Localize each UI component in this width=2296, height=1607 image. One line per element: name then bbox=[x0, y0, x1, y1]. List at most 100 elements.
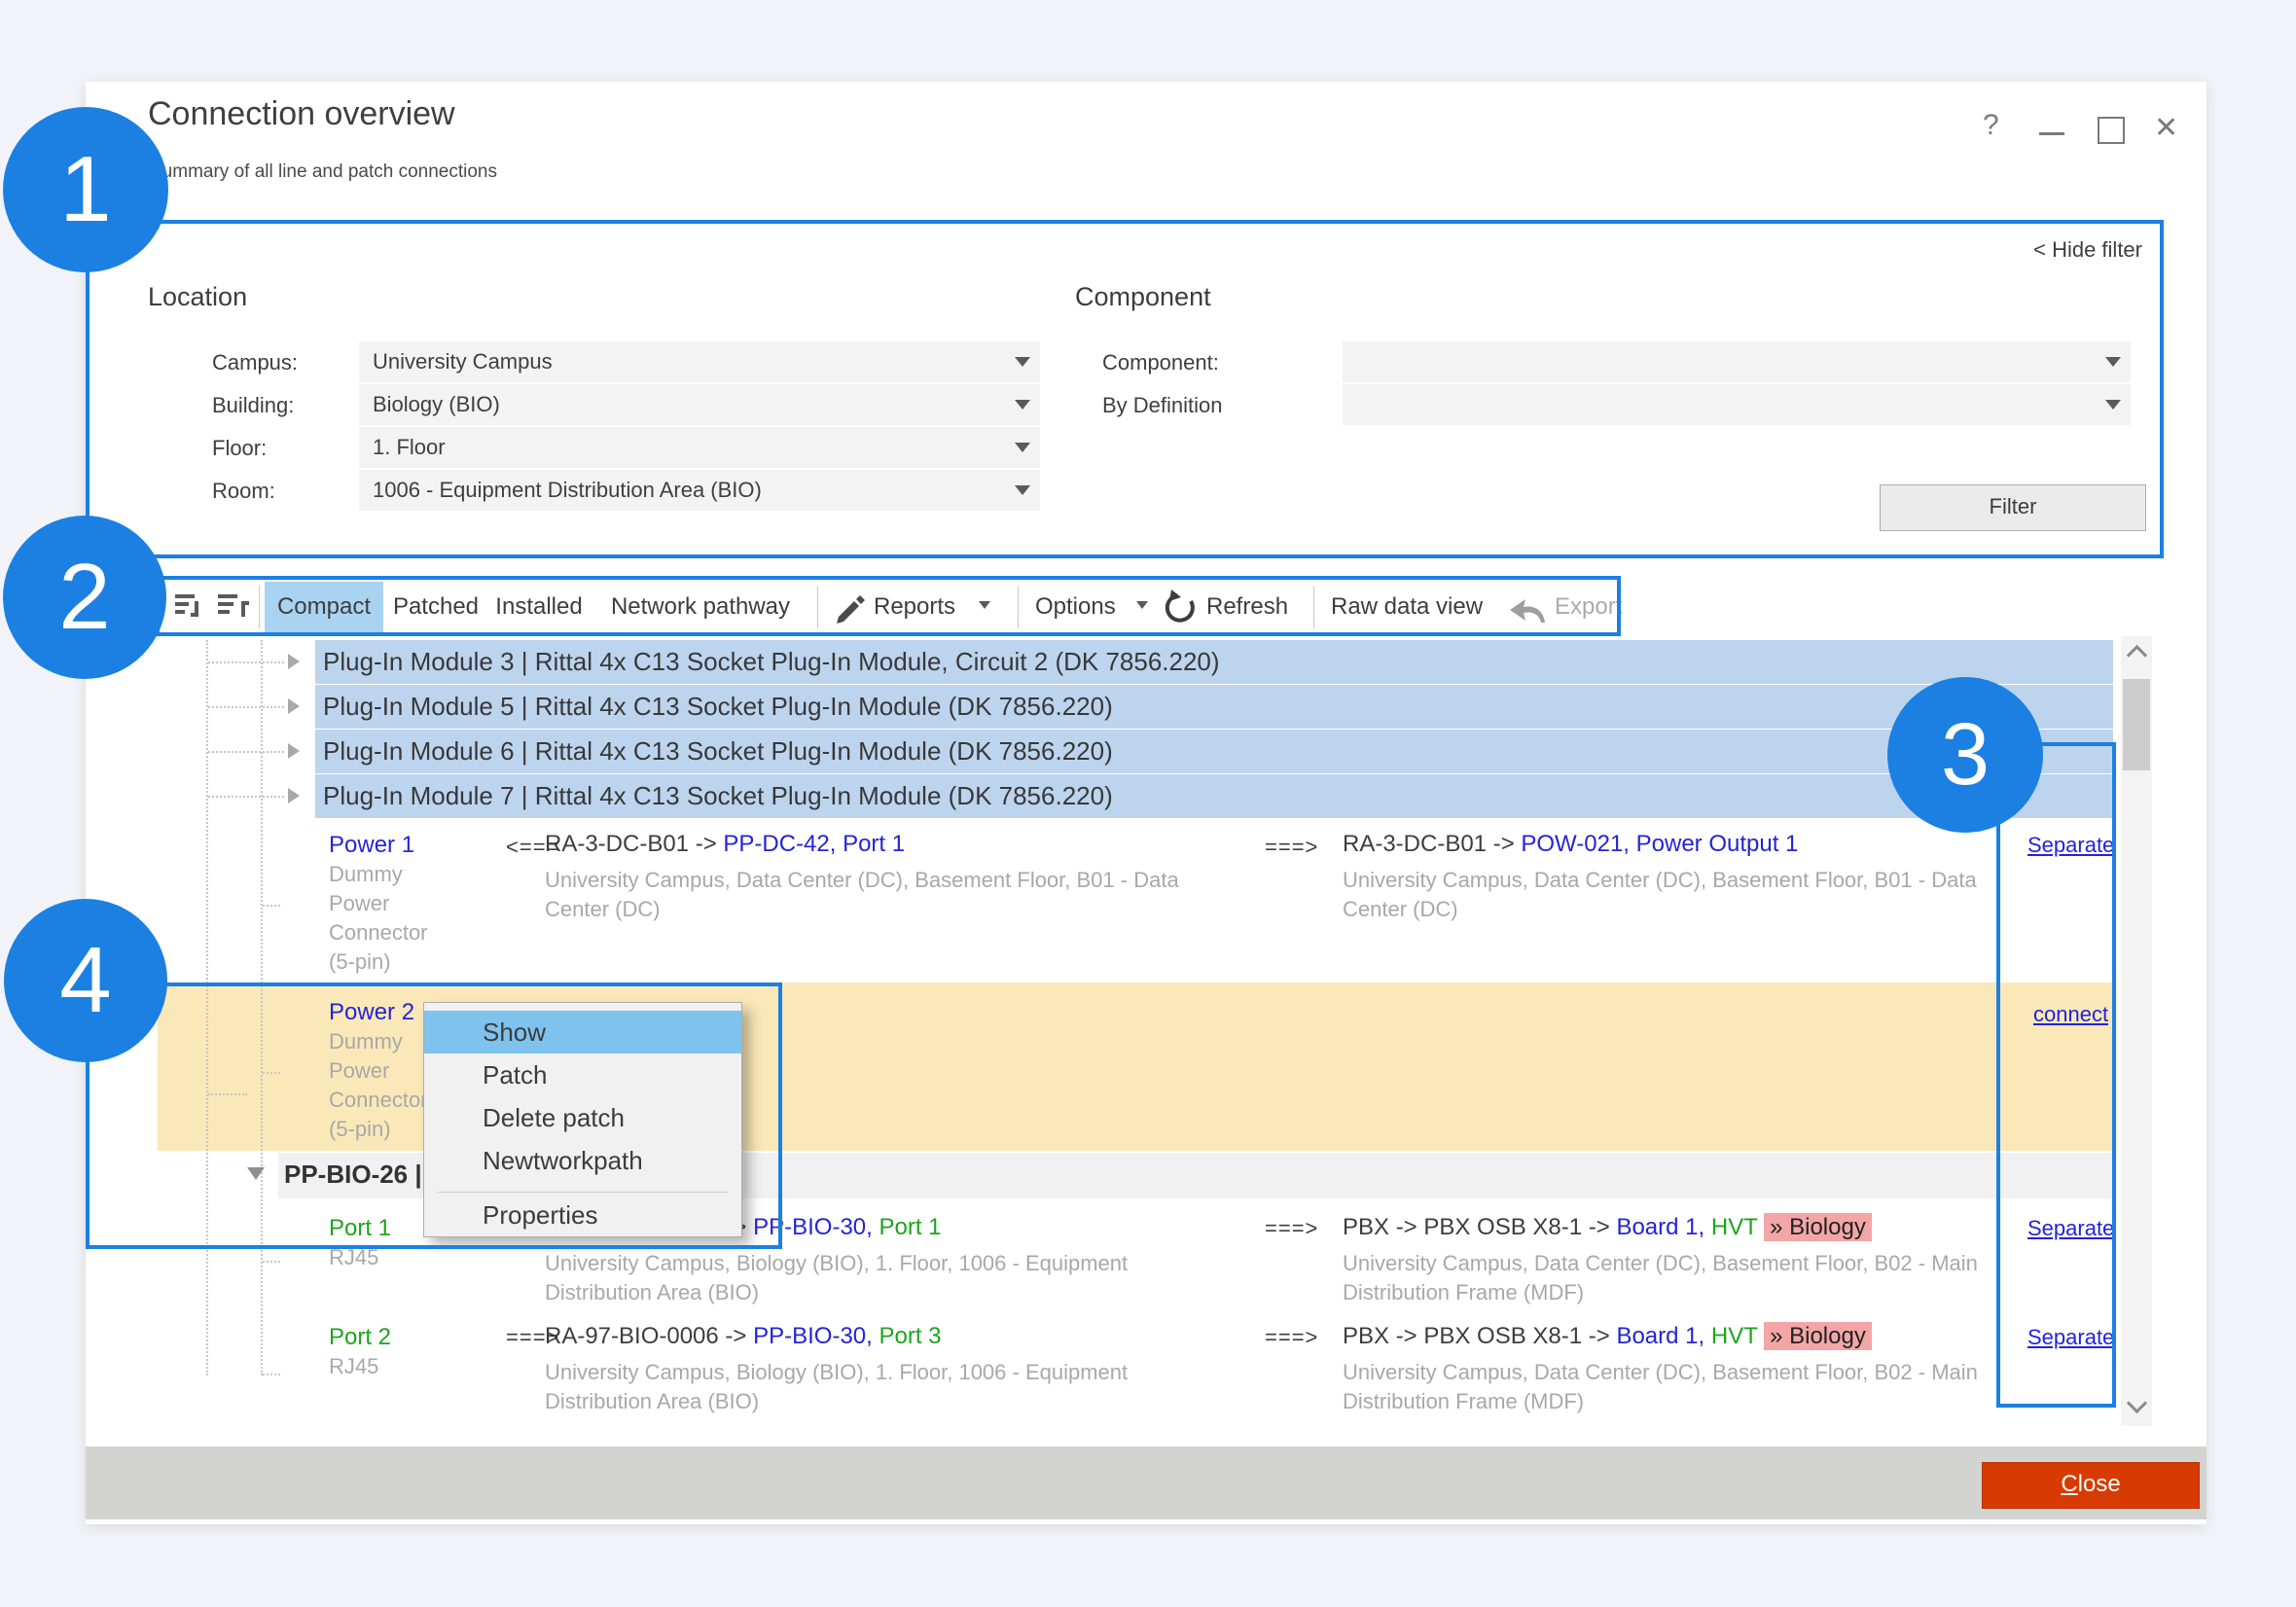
tree-row-module[interactable]: Plug-In Module 5 | Rittal 4x C13 Socket … bbox=[323, 685, 1113, 729]
by-definition-dropdown[interactable] bbox=[1343, 384, 2131, 425]
component-label: Component: bbox=[1102, 350, 1219, 375]
scrollbar-thumb[interactable] bbox=[2123, 679, 2150, 770]
chevron-down-icon bbox=[1015, 443, 1030, 452]
connection-right-cell: PBX -> PBX OSB X8-1 -> Board 1, HVT » Bi… bbox=[1343, 1214, 2024, 1307]
port-type: Dummy bbox=[329, 860, 475, 889]
campus-dropdown[interactable]: University Campus bbox=[359, 341, 1040, 382]
chevron-down-icon bbox=[2105, 357, 2121, 367]
tree-guide-stub bbox=[263, 1261, 280, 1263]
menu-item-networkpath[interactable]: Newtworkpath bbox=[424, 1139, 741, 1182]
group-header[interactable]: PP-BIO-26 | bbox=[284, 1160, 422, 1190]
expand-triangle-icon[interactable] bbox=[288, 654, 300, 669]
chevron-down-icon bbox=[979, 601, 990, 609]
collapse-all-icon[interactable] bbox=[173, 589, 210, 629]
collapse-triangle-icon[interactable] bbox=[247, 1167, 265, 1180]
hide-filter-link[interactable]: < Hide filter bbox=[2033, 237, 2142, 263]
connection-right-cell: PBX -> PBX OSB X8-1 -> Board 1, HVT » Bi… bbox=[1343, 1323, 2024, 1416]
connection-path: PBX -> PBX OSB X8-1 -> bbox=[1343, 1214, 1616, 1240]
close-button-label: C bbox=[2061, 1471, 2077, 1497]
tab-patched[interactable]: Patched bbox=[389, 582, 483, 632]
page-title: Connection overview bbox=[148, 95, 455, 133]
filter-button[interactable]: Filter bbox=[1880, 484, 2146, 531]
menu-item-patch[interactable]: Patch bbox=[424, 1053, 741, 1096]
help-icon[interactable]: ? bbox=[1983, 109, 1999, 142]
refresh-button[interactable]: Refresh bbox=[1206, 582, 1288, 632]
toolbar-separator bbox=[259, 586, 260, 628]
export-button[interactable]: Export bbox=[1555, 582, 1622, 632]
floor-dropdown[interactable]: 1. Floor bbox=[359, 427, 1040, 468]
separate-link[interactable]: Separate bbox=[2027, 833, 2114, 858]
port-label-cell[interactable]: Power 1 Dummy Power Connector (5-pin) bbox=[329, 831, 475, 977]
menu-item-show[interactable]: Show bbox=[424, 1011, 741, 1053]
connection-location: University Campus, Data Center (DC), Bas… bbox=[1343, 866, 2024, 924]
screenshot-root: Connection overview Summary of all line … bbox=[0, 0, 2296, 1607]
connection-left-cell: RA-97-BIO-0006 -> PP-BIO-30, Port 3 Univ… bbox=[545, 1323, 1206, 1416]
room-dropdown[interactable]: 1006 - Equipment Distribution Area (BIO) bbox=[359, 470, 1040, 511]
maximize-icon[interactable] bbox=[2098, 117, 2125, 144]
expand-triangle-icon[interactable] bbox=[288, 698, 300, 714]
connect-link[interactable]: connect bbox=[2033, 1002, 2108, 1027]
biology-badge: » Biology bbox=[1764, 1213, 1872, 1241]
tree-row-module[interactable]: Plug-In Module 7 | Rittal 4x C13 Socket … bbox=[323, 774, 1113, 818]
port-name: Power 1 bbox=[329, 831, 475, 860]
component-dropdown[interactable] bbox=[1343, 341, 2131, 382]
vertical-scrollbar[interactable] bbox=[2121, 636, 2152, 1426]
by-definition-label: By Definition bbox=[1102, 393, 1223, 418]
refresh-icon bbox=[1164, 589, 1199, 631]
chevron-down-icon bbox=[1015, 485, 1030, 495]
building-dropdown[interactable]: Biology (BIO) bbox=[359, 384, 1040, 425]
port-type: (5-pin) bbox=[329, 947, 475, 977]
direction-arrow: ===> bbox=[1265, 1325, 1318, 1350]
tab-compact[interactable]: Compact bbox=[265, 582, 383, 632]
close-window-icon[interactable]: ✕ bbox=[2154, 111, 2178, 145]
port-type: RJ45 bbox=[329, 1352, 475, 1381]
connection-target: PP-DC-42, Port 1 bbox=[723, 831, 905, 857]
callout-circle-1: 1 bbox=[3, 107, 168, 272]
port-label-cell[interactable]: Port 2 RJ45 bbox=[329, 1323, 475, 1381]
tree-guide-stub bbox=[263, 1374, 280, 1375]
scroll-down-icon[interactable] bbox=[2127, 1393, 2147, 1413]
connection-path: PBX -> PBX OSB X8-1 -> bbox=[1343, 1323, 1616, 1349]
options-button[interactable]: Options bbox=[1035, 582, 1116, 632]
expand-all-icon[interactable] bbox=[216, 589, 253, 629]
tab-installed[interactable]: Installed bbox=[490, 582, 588, 632]
context-menu: Show Patch Delete patch Newtworkpath Pro… bbox=[423, 1002, 742, 1237]
reports-button[interactable]: Reports bbox=[874, 582, 955, 632]
tree-row-module[interactable]: Plug-In Module 6 | Rittal 4x C13 Socket … bbox=[323, 730, 1113, 773]
export-icon bbox=[1508, 597, 1547, 629]
tab-network-pathway[interactable]: Network pathway bbox=[595, 582, 806, 632]
port-type: Power bbox=[329, 889, 475, 918]
floor-label: Floor: bbox=[212, 436, 267, 461]
raw-data-view-button[interactable]: Raw data view bbox=[1331, 582, 1483, 632]
scroll-up-icon[interactable] bbox=[2127, 645, 2147, 665]
tree-guide-stub bbox=[263, 1072, 280, 1074]
expand-triangle-icon[interactable] bbox=[288, 743, 300, 759]
footer-bar bbox=[86, 1446, 2206, 1519]
connection-location: University Campus, Data Center (DC), Bas… bbox=[1343, 1249, 2024, 1307]
callout-circle-4: 4 bbox=[4, 899, 167, 1062]
connection-target: Board 1, bbox=[1616, 1323, 1704, 1349]
location-heading: Location bbox=[148, 282, 247, 312]
close-button-label: lose bbox=[2078, 1471, 2121, 1497]
chevron-down-icon bbox=[1015, 357, 1030, 367]
component-heading: Component bbox=[1075, 282, 1211, 312]
connection-overview-dialog: Connection overview Summary of all line … bbox=[86, 82, 2206, 1524]
separate-link[interactable]: Separate bbox=[2027, 1325, 2114, 1350]
campus-label: Campus: bbox=[212, 350, 298, 375]
connection-location: University Campus, Data Center (DC), Bas… bbox=[1343, 1358, 2024, 1416]
menu-item-properties[interactable]: Properties bbox=[424, 1194, 741, 1236]
pencil-icon bbox=[833, 591, 868, 631]
menu-item-delete-patch[interactable]: Delete patch bbox=[424, 1096, 741, 1139]
separate-link[interactable]: Separate bbox=[2027, 1216, 2114, 1241]
close-button[interactable]: Close bbox=[1982, 1462, 2200, 1509]
minimize-icon[interactable] bbox=[2039, 132, 2064, 135]
tree-guide-stub bbox=[208, 706, 284, 708]
tree-row-module[interactable]: Plug-In Module 3 | Rittal 4x C13 Socket … bbox=[323, 640, 1220, 684]
toolbar-separator bbox=[817, 586, 818, 628]
connection-location: University Campus, Data Center (DC), Bas… bbox=[545, 866, 1206, 924]
tree-guide-stub bbox=[208, 751, 284, 753]
connection-right-cell: RA-3-DC-B01 -> POW-021, Power Output 1 U… bbox=[1343, 831, 2024, 924]
toolbar-separator bbox=[1018, 586, 1019, 628]
connection-target: Board 1, bbox=[1616, 1214, 1704, 1240]
expand-triangle-icon[interactable] bbox=[288, 788, 300, 804]
